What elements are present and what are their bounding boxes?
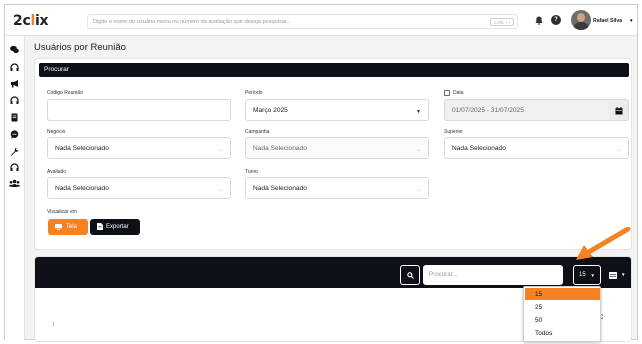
page-title: Usuários por Reunião (34, 42, 126, 53)
user-name[interactable]: Rafael Silva (593, 18, 622, 24)
turno-select[interactable]: Nada Selecionado ⌄ (245, 177, 429, 199)
bell-icon[interactable] (535, 16, 543, 25)
page-length-option[interactable]: 25 (525, 301, 600, 313)
filter-card-title: Procurar (44, 66, 69, 73)
page-length-option[interactable]: 15 (525, 288, 600, 300)
file-export-icon (97, 223, 103, 230)
data-label: Data (453, 90, 464, 96)
app-frame: 2clix Digite o nome do usuário,menu ou n… (4, 4, 638, 342)
periodo-select[interactable]: Março 2025 ▼ (245, 99, 429, 121)
avaliado-select[interactable]: Nada Selecionado ⌄ (47, 177, 231, 199)
headset-icon[interactable] (10, 63, 19, 72)
help-icon[interactable]: ? (551, 15, 561, 25)
page-length-option[interactable]: Todos (525, 327, 600, 339)
chevron-down-icon: ⌄ (616, 147, 621, 153)
turno-label: Turno (245, 169, 258, 175)
chevron-down-icon: ⌄ (218, 187, 223, 193)
data-checkbox[interactable] (444, 90, 450, 96)
user-menu-caret-icon[interactable]: ▼ (629, 18, 633, 23)
table-search-input[interactable]: Procurar... (423, 265, 563, 285)
superior-select[interactable]: Nada Selecionado ⌄ (444, 137, 629, 159)
campanha-select[interactable]: Nada Selecionado ⌄ (245, 137, 429, 159)
visualizar-label: Visualizar em (47, 209, 77, 215)
shortcut-badge: CTRL + / (490, 18, 514, 26)
page-length-option[interactable]: 50 (525, 314, 600, 326)
calendar-button[interactable] (609, 99, 629, 121)
logo[interactable]: 2clix (13, 13, 48, 29)
monitor-icon (55, 224, 62, 230)
campanha-label: Campanha (245, 129, 270, 135)
calendar-icon (615, 107, 623, 115)
wrench-icon[interactable] (10, 147, 19, 156)
results-toolbar: Procurar... 15 ▼ ▼ (35, 257, 631, 288)
data-range-input[interactable]: 01/07/2025 - 31/07/2025 (444, 99, 610, 121)
columns-button[interactable]: ▼ (606, 265, 628, 285)
megaphone-icon[interactable] (10, 79, 19, 88)
row-number: 1 (52, 322, 55, 328)
negocio-select[interactable]: Nada Selecionado ⌄ (47, 137, 231, 159)
headset-icon[interactable] (10, 163, 19, 172)
periodo-label: Período (245, 90, 263, 96)
superior-label: Superior (444, 129, 463, 135)
chat-bubbles-icon[interactable] (10, 45, 19, 54)
headset-icon[interactable] (10, 96, 19, 105)
chevron-down-icon: ▼ (416, 109, 421, 115)
codigo-reuniao-label: Código Reunião (47, 90, 83, 96)
filter-card: Procurar Código Reunião Período Março 20… (34, 58, 632, 250)
chevron-down-icon: ⌄ (218, 147, 223, 153)
search-icon (407, 272, 414, 279)
chevron-down-icon: ⌄ (416, 187, 421, 193)
global-search-input[interactable]: Digite o nome do usuário,menu ou número … (87, 14, 518, 29)
avatar[interactable] (571, 10, 591, 30)
users-icon[interactable] (9, 179, 20, 188)
exportar-button[interactable]: Exportar (90, 219, 140, 235)
avaliado-label: Avaliado (47, 169, 67, 175)
message-icon[interactable] (10, 130, 19, 139)
document-icon[interactable] (10, 113, 19, 122)
chevron-down-icon: ▼ (590, 273, 595, 278)
chevron-down-icon: ▼ (621, 272, 626, 277)
sidebar (5, 36, 25, 340)
chevron-down-icon: ⌄ (416, 147, 421, 153)
negocio-label: Negócio (47, 129, 66, 135)
page-length-dropdown: 15 25 50 Todos (523, 286, 601, 342)
filter-card-header: Procurar (39, 63, 629, 77)
tela-button[interactable]: Tela (48, 219, 88, 235)
annotation-arrow-icon (576, 227, 631, 260)
top-bar: 2clix Digite o nome do usuário,menu ou n… (5, 5, 637, 36)
codigo-reuniao-input[interactable] (47, 99, 231, 121)
table-columns-icon (609, 272, 617, 279)
global-search-placeholder: Digite o nome do usuário,menu ou número … (93, 19, 292, 25)
table-search-button[interactable] (400, 265, 420, 285)
page-length-select[interactable]: 15 ▼ (573, 265, 601, 285)
